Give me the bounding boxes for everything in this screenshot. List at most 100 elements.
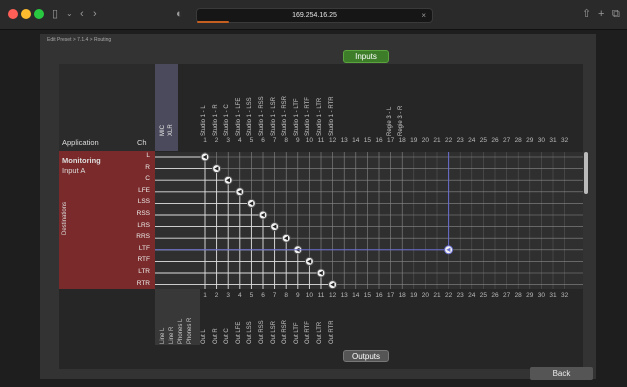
input-number: 17 (386, 137, 395, 144)
output-number: 13 (340, 292, 348, 299)
input-header: Studio 1 - RTF (305, 97, 312, 136)
output-header: Out LSS (247, 321, 254, 344)
output-number: 6 (261, 292, 265, 299)
outputs-button[interactable]: Outputs (343, 350, 389, 362)
mic-xlr-label: MIC (160, 125, 166, 136)
input-header: Studio 1 - R (212, 104, 219, 136)
output-number: 2 (214, 292, 219, 299)
input-number: 7 (272, 137, 277, 144)
output-header: Out RTF (305, 321, 312, 344)
output-number: 14 (352, 292, 360, 299)
output-number: 10 (305, 292, 313, 299)
input-number: 11 (317, 137, 325, 144)
input-number: 9 (295, 137, 300, 144)
input-number: 2 (214, 137, 219, 144)
input-header: Studio 1 - RSS (259, 96, 265, 136)
output-number: 32 (560, 292, 569, 299)
output-header: Out L (201, 329, 207, 344)
output-number: 25 (479, 292, 487, 299)
output-header: Out C (224, 328, 231, 344)
input-number: 16 (375, 137, 383, 144)
input-header: Studio 1 - C (224, 104, 231, 136)
output-number: 3 (226, 292, 230, 299)
input-number: 27 (502, 137, 511, 144)
output-number: 28 (514, 292, 522, 299)
input-number: 24 (468, 137, 476, 144)
scrollbar[interactable] (584, 152, 588, 194)
mic-xlr-column (155, 64, 178, 151)
output-header: Out RSR (282, 319, 289, 344)
output-header: Out RSS (259, 320, 265, 344)
output-number: 8 (284, 292, 288, 299)
input-number: 22 (444, 137, 453, 144)
grid-background (155, 152, 583, 289)
output-prefix-label: Line R (169, 326, 175, 344)
screen: ▯ ⌄ ‹ › ◐ 169.254.16.25 × ⇧ + ⧉ Edit Pre… (0, 0, 627, 387)
input-header: Studio 1 - RSR (282, 95, 289, 136)
output-number: 27 (502, 292, 511, 299)
input-number: 21 (433, 137, 441, 144)
input-number: 19 (410, 137, 418, 144)
output-number: 31 (549, 292, 557, 299)
input-header: Studio 1 - LTR (317, 97, 323, 136)
output-header: Out RTR (328, 320, 335, 344)
output-number: 16 (375, 292, 383, 299)
input-number: 25 (479, 137, 487, 144)
input-header: Regie 3 - R (398, 105, 405, 136)
output-number: 26 (491, 292, 499, 299)
output-number: 12 (328, 292, 337, 299)
output-number: 22 (444, 292, 453, 299)
input-number: 1 (203, 137, 207, 144)
output-number: 4 (237, 292, 242, 299)
output-number: 20 (421, 292, 429, 299)
output-prefix-label: Phones R (187, 317, 193, 344)
output-number: 11 (317, 292, 325, 299)
input-number: 18 (398, 137, 406, 144)
input-header: Studio 1 - LSR (270, 96, 277, 136)
input-number: 23 (456, 137, 464, 144)
output-number: 30 (537, 292, 545, 299)
input-header: Studio 1 - LSS (247, 97, 254, 136)
output-header: Out LFE (235, 321, 242, 344)
output-number: 9 (295, 292, 300, 299)
output-number: 15 (363, 292, 371, 299)
input-number: 12 (328, 137, 337, 144)
input-number: 15 (363, 137, 371, 144)
input-number: 14 (352, 137, 360, 144)
output-prefix-label: Line L (160, 327, 166, 344)
input-number: 4 (237, 137, 242, 144)
output-header: Out LSR (270, 320, 277, 344)
mic-xlr-label: XLR (168, 124, 174, 136)
output-number: 29 (526, 292, 534, 299)
input-number: 20 (421, 137, 429, 144)
input-header: Studio 1 - L (201, 105, 207, 136)
input-number: 5 (249, 137, 254, 144)
input-number: 3 (226, 137, 230, 144)
input-number: 6 (261, 137, 265, 144)
input-number: 31 (549, 137, 557, 144)
input-number: 32 (560, 137, 569, 144)
input-header: Regie 3 - L (386, 106, 393, 136)
input-number: 10 (305, 137, 313, 144)
output-header: Out LTF (293, 322, 300, 344)
output-number: 23 (456, 292, 464, 299)
input-number: 26 (491, 137, 499, 144)
input-number: 8 (284, 137, 288, 144)
output-number: 5 (249, 292, 254, 299)
input-header: Studio 1 - RTR (328, 96, 335, 136)
input-header: Studio 1 - LFE (235, 97, 242, 136)
output-number: 1 (203, 292, 207, 299)
output-number: 18 (398, 292, 406, 299)
output-header: Out LTR (317, 321, 323, 344)
output-number: 17 (386, 292, 395, 299)
output-number: 19 (410, 292, 418, 299)
back-button[interactable]: Back (530, 367, 593, 380)
input-number: 28 (514, 137, 522, 144)
routing-matrix[interactable] (0, 0, 627, 387)
input-number: 29 (526, 137, 534, 144)
input-number: 30 (537, 137, 545, 144)
output-prefix-label: Phones L (178, 318, 184, 344)
input-number: 13 (340, 137, 348, 144)
input-header: Studio 1 - LTF (293, 98, 300, 136)
output-number: 7 (272, 292, 277, 299)
